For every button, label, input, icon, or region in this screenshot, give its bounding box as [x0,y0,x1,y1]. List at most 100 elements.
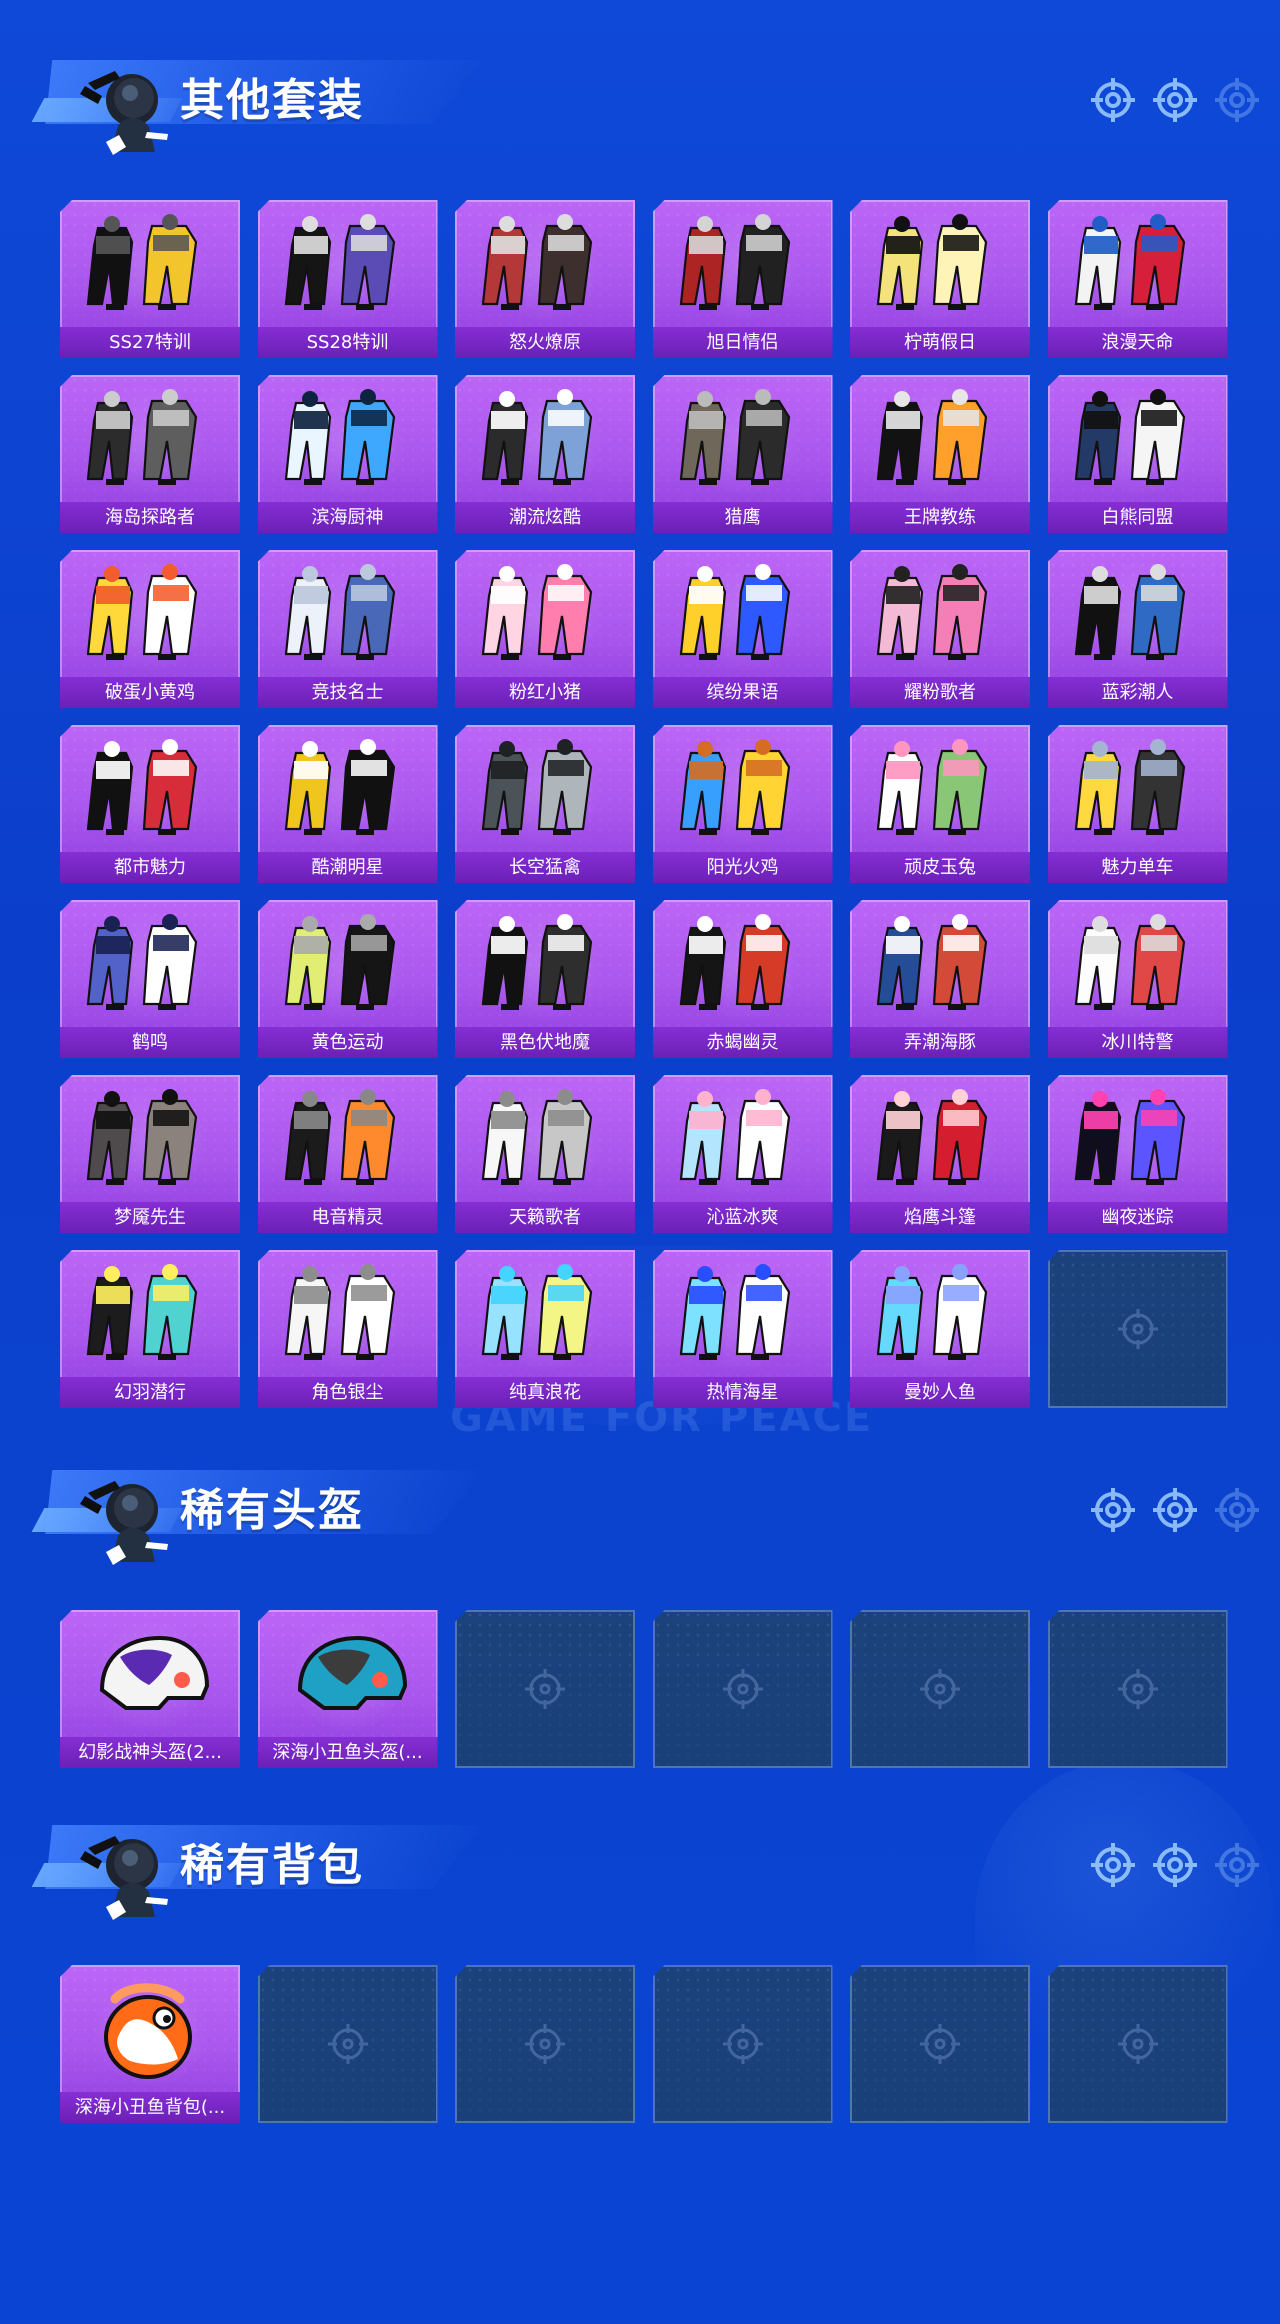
outfit-icon [284,914,395,1010]
item-card[interactable]: 浪漫天命 [1047,200,1228,358]
item-card[interactable]: 曼妙人鱼 [850,1250,1030,1408]
item-card[interactable]: 破蛋小黄鸡 [60,550,240,708]
item-card[interactable]: 白熊同盟 [1047,375,1228,533]
outfit-icon [284,739,395,835]
item-card[interactable]: 怒火燎原 [455,200,635,358]
item-card[interactable]: 阳光火鸡 [652,725,833,883]
item-card[interactable]: 幽夜迷踪 [1047,1075,1228,1233]
item-card[interactable]: 长空猛禽 [455,725,635,883]
item-card[interactable]: 梦魇先生 [60,1075,240,1233]
outfit-icon [876,739,988,835]
item-card[interactable]: SS27特训 [60,200,240,358]
outfit-icon [679,214,790,310]
outfit-icon [1074,914,1185,1010]
backpack-icon [104,1983,192,2079]
section-header-icons [1091,1488,1259,1532]
item-card[interactable]: 弄潮海豚 [850,900,1030,1058]
outfit-icon [481,389,593,485]
item-card[interactable]: 热情海星 [652,1250,833,1408]
item-card[interactable]: 幻影战神头盔(2... [60,1610,240,1768]
item-card[interactable]: 鹤鸣 [60,900,240,1058]
item-card[interactable]: 天籁歌者 [455,1075,635,1233]
item-card[interactable]: 焰鹰斗篷 [850,1075,1030,1233]
item-label: 幽夜迷踪 [1047,1202,1228,1233]
item-label: 海岛探路者 [60,502,240,533]
item-card[interactable]: SS28特训 [257,200,438,358]
item-card[interactable]: 顽皮玉兔 [850,725,1030,883]
empty-item-slot [257,1965,438,2123]
outfit-icon [679,739,790,835]
item-card[interactable]: 耀粉歌者 [850,550,1030,708]
item-card[interactable]: 潮流炫酷 [455,375,635,533]
outfit-icon [284,1089,395,1185]
item-card[interactable]: 酷潮明星 [257,725,438,883]
item-card[interactable]: 海岛探路者 [60,375,240,533]
target-icon [1091,78,1135,122]
target-icon [1117,1669,1158,1709]
empty-item-slot [652,1610,833,1768]
item-card[interactable]: 深海小丑鱼头盔(... [257,1610,438,1768]
item-label: 酷潮明星 [257,852,438,883]
outfit-icon [86,564,198,660]
outfit-icon [679,1264,790,1360]
target-icon [1153,1488,1197,1532]
target-icon [722,1669,763,1709]
item-card[interactable]: 都市魅力 [60,725,240,883]
item-card[interactable]: 沁蓝冰爽 [652,1075,833,1233]
target-icon [327,2024,368,2064]
item-card[interactable]: 旭日情侣 [652,200,833,358]
item-card[interactable]: 赤蝎幽灵 [652,900,833,1058]
item-label: 天籁歌者 [455,1202,635,1233]
item-card[interactable]: 王牌教练 [850,375,1030,533]
item-label: 黑色伏地魔 [455,1027,635,1058]
empty-item-slot [652,1965,833,2123]
item-label: 鹤鸣 [60,1027,240,1058]
target-icon [525,1669,565,1709]
empty-item-slot [1047,1610,1228,1768]
item-label: 浪漫天命 [1047,327,1228,358]
item-label: 都市魅力 [60,852,240,883]
item-card[interactable]: 缤纷果语 [652,550,833,708]
outfit-icon [481,1264,593,1360]
target-icon [1215,78,1259,122]
item-card[interactable]: 蓝彩潮人 [1047,550,1228,708]
item-card[interactable]: 猎鹰 [652,375,833,533]
item-card[interactable]: 滨海厨神 [257,375,438,533]
item-label: 粉红小猪 [455,677,635,708]
item-card[interactable]: 电音精灵 [257,1075,438,1233]
item-card[interactable]: 柠萌假日 [850,200,1030,358]
item-label: 长空猛禽 [455,852,635,883]
item-label: 王牌教练 [850,502,1030,533]
section-title: 稀有头盔 [180,1485,364,1536]
item-card[interactable]: 幻羽潜行 [60,1250,240,1408]
item-card[interactable]: 黑色伏地魔 [455,900,635,1058]
target-icon [1153,1843,1197,1887]
item-card[interactable]: 粉红小猪 [455,550,635,708]
item-label: 冰川特警 [1047,1027,1228,1058]
outfit-icon [481,564,593,660]
item-card[interactable]: 黄色运动 [257,900,438,1058]
item-label: 猎鹰 [652,502,833,533]
empty-item-slot [850,1610,1030,1768]
outfit-icon [284,1264,395,1360]
item-card[interactable]: 角色银尘 [257,1250,438,1408]
item-label: 滨海厨神 [257,502,438,533]
item-label: 热情海星 [652,1377,833,1408]
outfit-icon [86,914,198,1010]
outfit-icon [679,1089,790,1185]
item-card[interactable]: 冰川特警 [1047,900,1228,1058]
item-label: 柠萌假日 [850,327,1030,358]
empty-item-slot [455,1610,635,1768]
item-label: 曼妙人鱼 [850,1377,1030,1408]
target-icon [1117,2024,1158,2064]
item-card[interactable]: 纯真浪花 [455,1250,635,1408]
target-icon [1153,78,1197,122]
item-card[interactable]: 深海小丑鱼背包(... [60,1965,240,2123]
item-card[interactable]: 魅力单车 [1047,725,1228,883]
item-card[interactable]: 竞技名士 [257,550,438,708]
outfit-icon [679,389,790,485]
outfit-icon [481,214,593,310]
empty-item-slot [1047,1250,1228,1408]
mascot-icon [80,1481,168,1565]
empty-item-slot [1047,1965,1228,2123]
